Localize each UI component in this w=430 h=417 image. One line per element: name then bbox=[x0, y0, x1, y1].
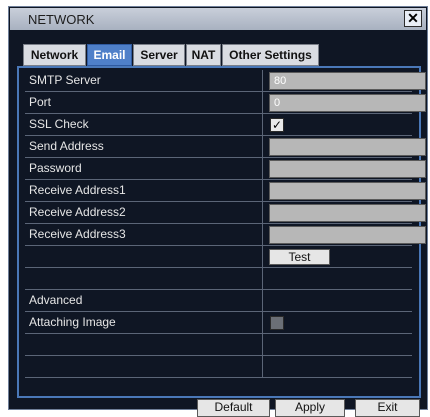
receive-address1-input[interactable] bbox=[269, 182, 426, 200]
receive-address3-label: Receive Address3 bbox=[29, 227, 126, 241]
port-input[interactable]: 0 bbox=[269, 94, 426, 112]
receive-address2-label: Receive Address2 bbox=[29, 205, 126, 219]
attaching-image-checkbox[interactable] bbox=[270, 316, 284, 330]
default-button[interactable]: Default bbox=[197, 399, 270, 417]
row-receive-address1: Receive Address1 bbox=[25, 180, 426, 202]
row-empty-1 bbox=[25, 334, 412, 356]
tab-email[interactable]: Email bbox=[87, 44, 132, 66]
row-blank bbox=[25, 268, 412, 290]
row-port: Port 0 bbox=[25, 92, 426, 114]
send-address-label: Send Address bbox=[29, 139, 104, 153]
row-attaching-image: Attaching Image bbox=[25, 312, 412, 334]
receive-address1-label: Receive Address1 bbox=[29, 183, 126, 197]
network-settings-window: NETWORK ✕ Network Email Server NAT Other… bbox=[8, 6, 428, 417]
advanced-label: Advanced bbox=[29, 293, 83, 307]
row-receive-address3: Receive Address3 bbox=[25, 224, 426, 246]
smtp-server-label: SMTP Server bbox=[29, 73, 101, 87]
window-title: NETWORK bbox=[28, 12, 95, 27]
tab-network[interactable]: Network bbox=[23, 44, 86, 66]
row-password: Password bbox=[25, 158, 426, 180]
row-empty-2 bbox=[25, 356, 412, 378]
row-send-address: Send Address bbox=[25, 136, 426, 158]
attaching-image-label: Attaching Image bbox=[29, 315, 116, 329]
row-smtp-server: SMTP Server 80 bbox=[25, 70, 426, 92]
email-settings-panel: SMTP Server 80 Port 0 SSL Check ✓ Send A… bbox=[17, 66, 426, 398]
close-button[interactable]: ✕ bbox=[404, 10, 422, 27]
title-bar: NETWORK ✕ bbox=[10, 8, 426, 30]
receive-address2-input[interactable] bbox=[269, 204, 426, 222]
test-button[interactable]: Test bbox=[269, 249, 330, 265]
password-input[interactable] bbox=[269, 160, 426, 178]
exit-button[interactable]: Exit bbox=[355, 399, 420, 417]
tab-server[interactable]: Server bbox=[133, 44, 185, 66]
row-advanced: Advanced bbox=[25, 290, 412, 312]
row-test: Test bbox=[25, 246, 412, 268]
apply-button[interactable]: Apply bbox=[275, 399, 345, 417]
smtp-server-input[interactable]: 80 bbox=[269, 72, 426, 90]
password-label: Password bbox=[29, 161, 82, 175]
ssl-check-checkbox[interactable]: ✓ bbox=[270, 118, 284, 132]
send-address-input[interactable] bbox=[269, 138, 426, 156]
tab-nat[interactable]: NAT bbox=[186, 44, 221, 66]
receive-address3-input[interactable] bbox=[269, 226, 426, 244]
row-receive-address2: Receive Address2 bbox=[25, 202, 426, 224]
ssl-check-label: SSL Check bbox=[29, 117, 89, 131]
port-label: Port bbox=[29, 95, 52, 109]
row-ssl-check: SSL Check ✓ bbox=[25, 114, 412, 136]
tab-other-settings[interactable]: Other Settings bbox=[222, 44, 319, 66]
